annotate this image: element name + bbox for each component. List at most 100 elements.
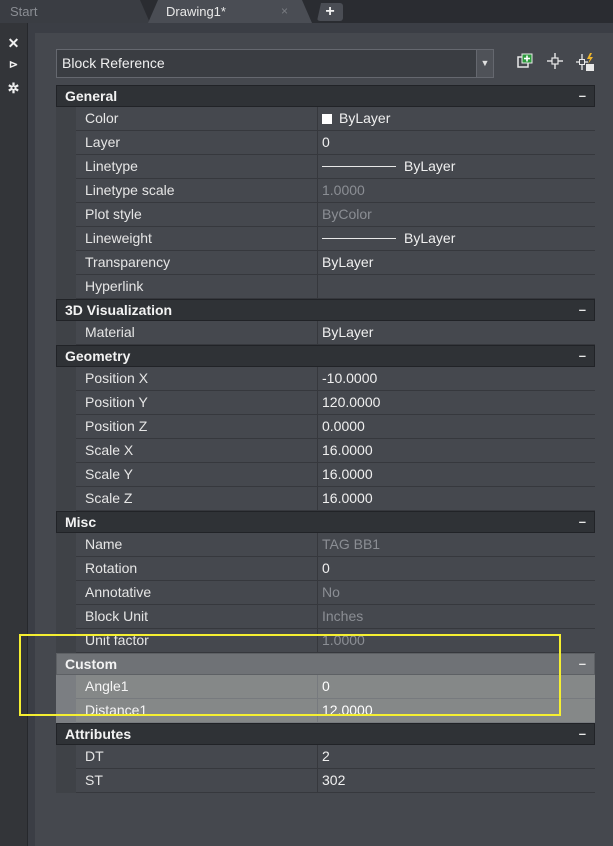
row-gutter: [56, 107, 76, 131]
property-row-color[interactable]: Color ByLayer: [56, 107, 595, 131]
property-row-scale-x[interactable]: Scale X 16.0000: [56, 439, 595, 463]
row-gutter: [56, 487, 76, 511]
property-value[interactable]: 2: [318, 745, 595, 769]
object-type-value: Block Reference: [62, 55, 165, 71]
property-row-annotative[interactable]: Annotative No: [56, 581, 595, 605]
property-name: Position Z: [76, 415, 318, 439]
property-value[interactable]: 0: [318, 131, 595, 155]
palette-title-strip: ✕ ⊳ ✲: [0, 23, 28, 846]
property-row-linetype[interactable]: Linetype ByLayer: [56, 155, 595, 179]
property-row-angle1[interactable]: Angle1 0: [56, 675, 595, 699]
pick-objects-icon[interactable]: [544, 52, 566, 74]
property-value[interactable]: 120.0000: [318, 391, 595, 415]
collapse-icon[interactable]: –: [579, 346, 586, 366]
collapse-icon[interactable]: –: [579, 300, 586, 320]
property-value[interactable]: ByLayer: [318, 321, 595, 345]
property-row-linetype-scale[interactable]: Linetype scale 1.0000: [56, 179, 595, 203]
property-value[interactable]: ByLayer: [318, 251, 595, 275]
property-row-lineweight[interactable]: Lineweight ByLayer: [56, 227, 595, 251]
chevron-down-icon[interactable]: ▼: [476, 50, 493, 77]
section-header-attributes[interactable]: Attributes –: [56, 723, 595, 745]
collapse-icon[interactable]: –: [579, 654, 586, 674]
property-value: 1.0000: [318, 629, 595, 653]
collapse-icon[interactable]: –: [579, 512, 586, 532]
property-value[interactable]: 16.0000: [318, 487, 595, 511]
property-value[interactable]: [318, 275, 595, 299]
property-name: Linetype scale: [76, 179, 318, 203]
object-type-dropdown[interactable]: Block Reference ▼: [56, 49, 494, 78]
property-row-hyperlink[interactable]: Hyperlink: [56, 275, 595, 299]
toggle-pickadd-icon[interactable]: [574, 52, 596, 74]
row-gutter: [56, 203, 76, 227]
property-value[interactable]: 0: [318, 675, 595, 699]
close-icon[interactable]: ✕: [0, 35, 27, 52]
property-row-block-unit[interactable]: Block Unit Inches: [56, 605, 595, 629]
row-gutter: [56, 367, 76, 391]
property-name: Angle1: [76, 675, 318, 699]
property-row-scale-z[interactable]: Scale Z 16.0000: [56, 487, 595, 511]
property-row-scale-y[interactable]: Scale Y 16.0000: [56, 463, 595, 487]
property-row-unit-factor[interactable]: Unit factor 1.0000: [56, 629, 595, 653]
property-value[interactable]: ByColor: [318, 203, 595, 227]
property-value[interactable]: 12.0000: [318, 699, 595, 723]
property-row-st[interactable]: ST 302: [56, 769, 595, 793]
property-value[interactable]: 16.0000: [318, 463, 595, 487]
property-value[interactable]: 302: [318, 769, 595, 793]
section-header-general[interactable]: General –: [56, 85, 595, 107]
row-gutter: [56, 251, 76, 275]
property-value[interactable]: -10.0000: [318, 367, 595, 391]
properties-settings-icon[interactable]: ✲: [0, 80, 27, 97]
section-title: Attributes: [65, 726, 132, 742]
property-value[interactable]: 0: [318, 557, 595, 581]
property-value[interactable]: ByLayer: [318, 155, 595, 179]
property-name: Plot style: [76, 203, 318, 227]
section-attributes: Attributes – DT 2 ST 302: [56, 723, 595, 793]
property-name: Scale Y: [76, 463, 318, 487]
section-header-misc[interactable]: Misc –: [56, 511, 595, 533]
property-row-rotation[interactable]: Rotation 0: [56, 557, 595, 581]
section-custom: Custom – Angle1 0 Distance1 12.0000: [56, 653, 595, 723]
property-row-dt[interactable]: DT 2: [56, 745, 595, 769]
section-header-geometry[interactable]: Geometry –: [56, 345, 595, 367]
property-value[interactable]: ByLayer: [318, 227, 595, 251]
property-row-name[interactable]: Name TAG BB1: [56, 533, 595, 557]
document-tab-bar: Start Drawing1* × +: [0, 0, 613, 23]
property-row-material[interactable]: Material ByLayer: [56, 321, 595, 345]
property-row-transparency[interactable]: Transparency ByLayer: [56, 251, 595, 275]
property-value[interactable]: 16.0000: [318, 439, 595, 463]
property-value[interactable]: 1.0000: [318, 179, 595, 203]
property-name: Block Unit: [76, 605, 318, 629]
tab-start[interactable]: Start: [0, 0, 150, 23]
row-gutter: [56, 391, 76, 415]
property-name: Scale Z: [76, 487, 318, 511]
property-name: Distance1: [76, 699, 318, 723]
property-value: TAG BB1: [318, 533, 595, 557]
row-gutter: [56, 699, 76, 723]
lineweight-preview-icon: [322, 238, 396, 239]
quick-select-icon[interactable]: [514, 52, 536, 74]
property-name: Position X: [76, 367, 318, 391]
collapse-icon[interactable]: –: [579, 724, 586, 744]
section-header-3d-visualization[interactable]: 3D Visualization –: [56, 299, 595, 321]
property-name: Annotative: [76, 581, 318, 605]
property-row-position-x[interactable]: Position X -10.0000: [56, 367, 595, 391]
new-tab-button[interactable]: +: [317, 3, 343, 21]
property-value[interactable]: 0.0000: [318, 415, 595, 439]
row-gutter: [56, 415, 76, 439]
property-row-plot-style[interactable]: Plot style ByColor: [56, 203, 595, 227]
property-name: Color: [76, 107, 318, 131]
row-gutter: [56, 675, 76, 699]
collapse-icon[interactable]: –: [579, 86, 586, 106]
property-row-position-y[interactable]: Position Y 120.0000: [56, 391, 595, 415]
color-value-text: ByLayer: [339, 110, 391, 126]
property-value[interactable]: ByLayer: [318, 107, 595, 131]
tab-close-icon[interactable]: ×: [281, 0, 288, 23]
property-row-layer[interactable]: Layer 0: [56, 131, 595, 155]
property-row-position-z[interactable]: Position Z 0.0000: [56, 415, 595, 439]
auto-hide-icon[interactable]: ⊳: [0, 58, 27, 71]
lineweight-value-text: ByLayer: [404, 230, 456, 246]
property-name: Linetype: [76, 155, 318, 179]
property-name: Position Y: [76, 391, 318, 415]
property-row-distance1[interactable]: Distance1 12.0000: [56, 699, 595, 723]
section-header-custom[interactable]: Custom –: [56, 653, 595, 675]
